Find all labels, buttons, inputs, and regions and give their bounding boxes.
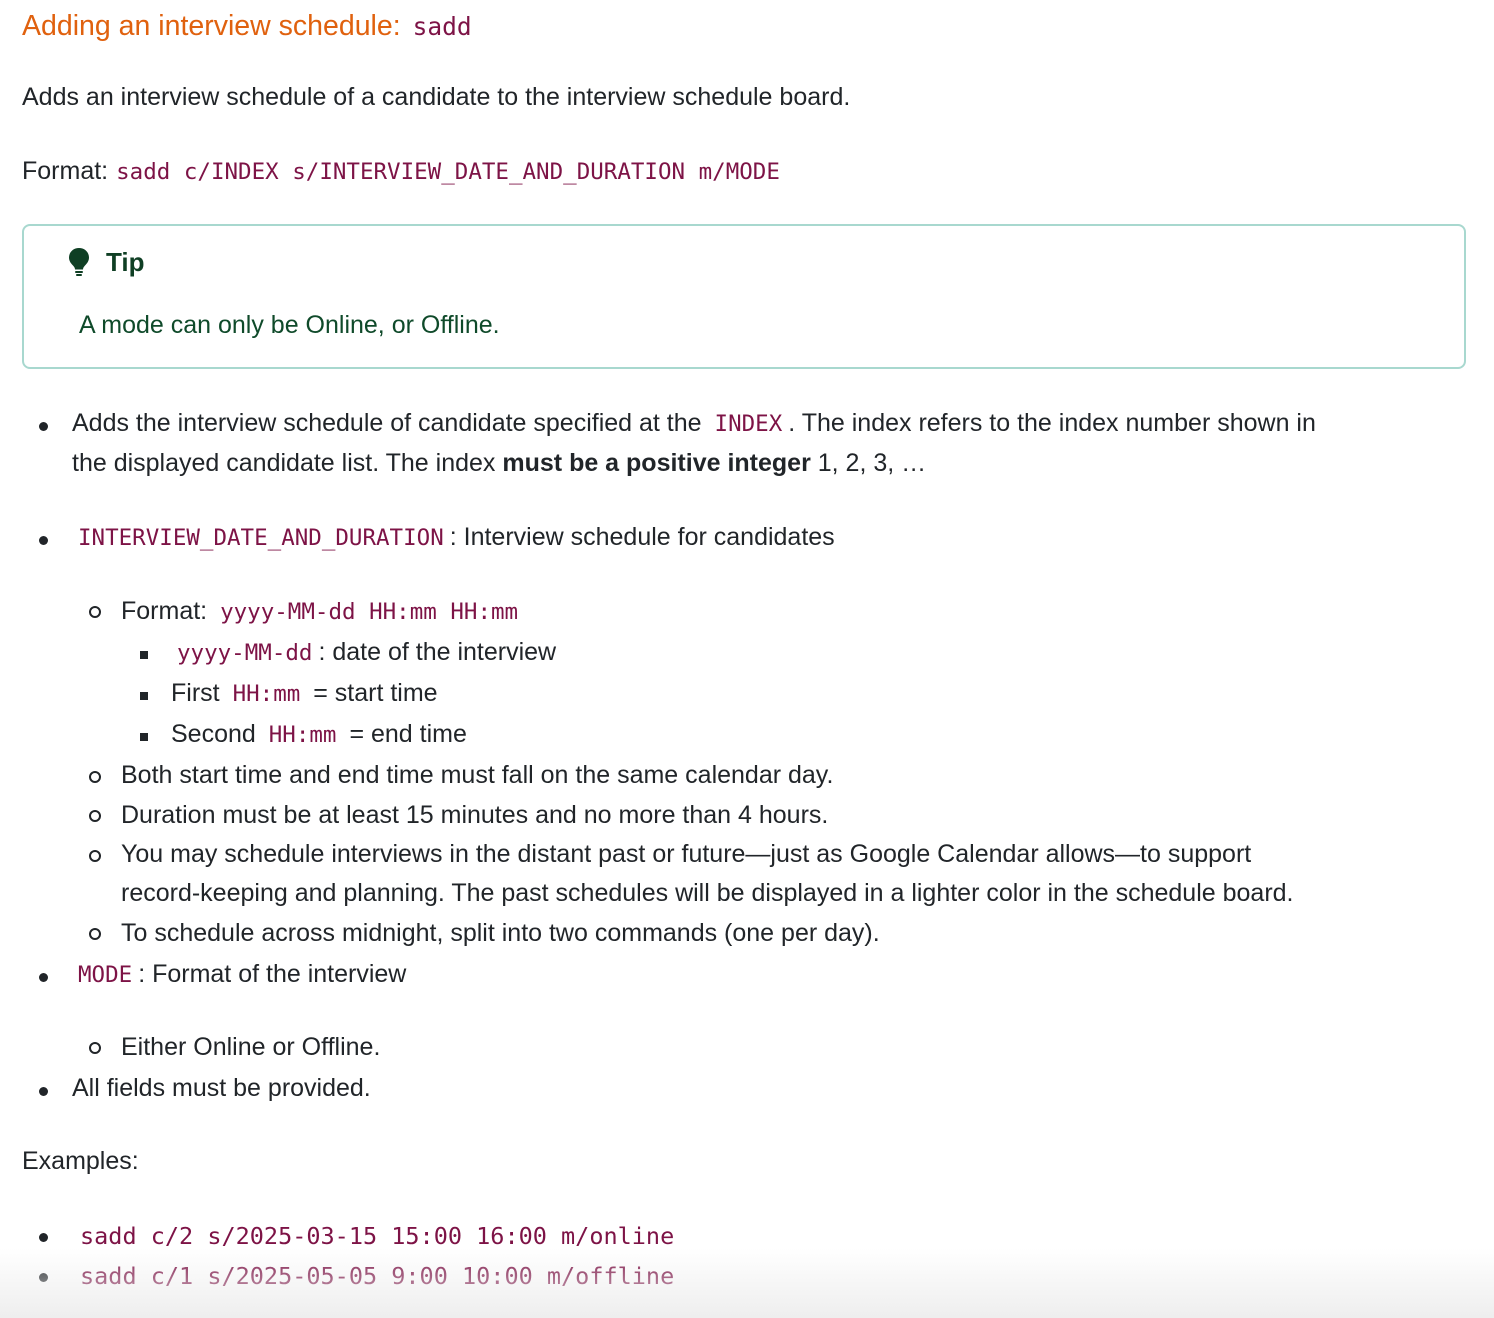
bullet-dot [39,1273,48,1282]
datetime-format: Format: yyyy-MM-dd HH:mm HH:mm [121,592,524,631]
format-value: sadd c/INDEX s/INTERVIEW_DATE_AND_DURATI… [116,159,780,185]
sub-code: HH:mm [232,681,301,707]
bullet-square [140,692,148,700]
list-item-all-fields: All fields must be provided. [72,1074,371,1102]
sub-code: HH:mm [268,722,337,748]
index-bold-text: must be a positive integer [502,449,811,477]
bullet-dot [39,1233,48,1242]
datetime-code: INTERVIEW_DATE_AND_DURATION [78,525,444,551]
index-line2-pre: the displayed candidate list. The index [72,449,496,477]
bullet-square [140,733,148,741]
section-heading: Adding an interview schedule: sadd [22,6,472,47]
bullet-dot [39,536,48,545]
datetime-sub-item: First HH:mm = start time [171,674,438,713]
intro-text: Adds an interview schedule of a candidat… [22,83,851,111]
sub-code: yyyy-MM-dd [177,640,313,666]
tip-header: Tip [68,242,145,283]
datetime-rule-line2: record-keeping and planning. The past sc… [121,879,1294,907]
index-code: INDEX [714,411,783,437]
tip-body: A mode can only be Online, or Offline. [79,311,500,339]
datetime-sub-item: yyyy-MM-dd: date of the interview [171,633,556,672]
list-item-index-line1: Adds the interview schedule of candidate… [72,404,1316,443]
datetime-rule: Duration must be at least 15 minutes and… [121,801,829,829]
example-item: sadd c/1 s/2025-05-05 9:00 10:00 m/offli… [80,1262,675,1290]
bullet-circle [89,810,101,822]
sub-text: = start time [313,679,438,707]
bullet-circle [89,606,101,618]
lightbulb-icon [68,247,90,277]
datetime-rule: Both start time and end time must fall o… [121,761,834,789]
datetime-sub-item: Second HH:mm = end time [171,715,467,754]
datetime-rule: To schedule across midnight, split into … [121,919,880,947]
mode-code: MODE [78,962,133,988]
bullet-circle [89,771,101,783]
sub-pre: Second [171,720,256,748]
tip-box: Tip A mode can only be Online, or Offlin… [22,224,1466,369]
list-item-index-line2: the displayed candidate list. The index … [72,444,926,483]
mode-text: : Format of the interview [138,960,407,988]
tip-title: Tip [106,247,145,277]
bullet-dot [39,1087,48,1096]
mode-sub-item: Either Online or Offline. [121,1033,381,1061]
heading-text: Adding an interview schedule: [22,10,401,42]
datetime-format-code: yyyy-MM-dd HH:mm HH:mm [220,599,519,625]
format-line: Format: sadd c/INDEX s/INTERVIEW_DATE_AND… [22,152,780,191]
heading-command: sadd [412,12,472,41]
index-text-post: . The index refers to the index number s… [788,409,1316,437]
index-text-pre: Adds the interview schedule of candidate… [72,409,702,437]
datetime-format-label: Format: [121,597,208,625]
bullet-circle [89,850,101,862]
bullet-circle [89,928,101,940]
example-item: sadd c/2 s/2025-03-15 15:00 16:00 m/onli… [80,1222,675,1250]
list-item-datetime: INTERVIEW_DATE_AND_DURATION: Interview s… [72,518,835,557]
sub-text: : date of the interview [318,638,557,666]
bullet-dot [39,973,48,982]
index-line2-post: 1, 2, 3, … [817,449,927,477]
bullet-dot [39,422,48,431]
sub-text: = end time [349,720,467,748]
examples-label: Examples: [22,1147,139,1175]
list-item-mode: MODE: Format of the interview [72,955,406,994]
bullet-circle [89,1042,101,1054]
datetime-text: : Interview schedule for candidates [449,523,835,551]
datetime-rule-line1: You may schedule interviews in the dista… [121,840,1252,868]
bullet-square [140,651,148,659]
sub-pre: First [171,679,220,707]
format-label: Format: [22,157,109,185]
